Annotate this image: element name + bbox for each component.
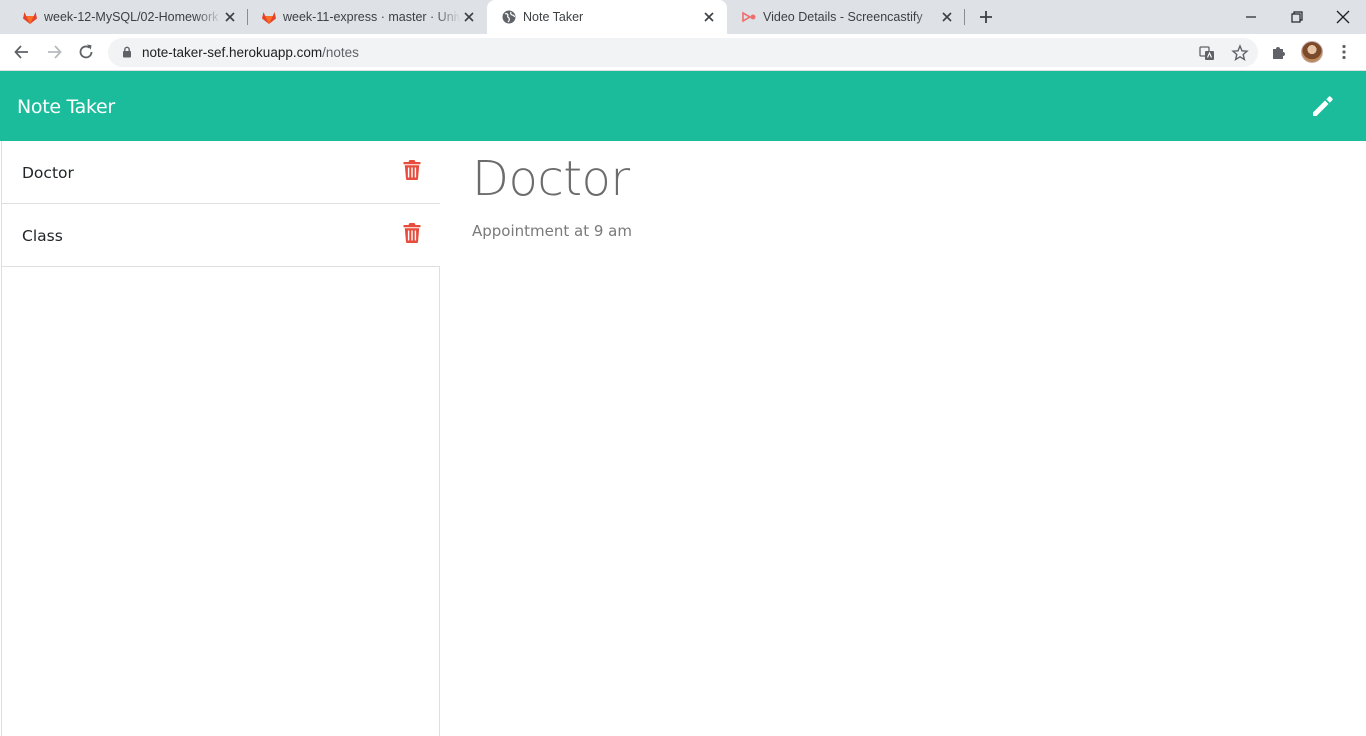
notes-list: Doctor Class <box>1 141 440 736</box>
url-text: note-taker-sef.herokuapp.com/notes <box>142 45 359 60</box>
screencastify-icon <box>742 11 756 23</box>
new-note-pencil-icon[interactable] <box>1309 92 1337 120</box>
gitlab-icon <box>23 12 37 24</box>
new-tab-icon[interactable] <box>977 8 995 26</box>
address-bar[interactable]: note-taker-sef.herokuapp.com/notes <box>108 38 1258 67</box>
note-item-title: Doctor <box>22 164 74 182</box>
url-host: note-taker-sef.herokuapp.com <box>142 45 323 60</box>
brand-title[interactable]: Note Taker <box>17 96 115 118</box>
forward-icon[interactable] <box>44 42 64 62</box>
tab-title: Note Taker <box>523 10 584 24</box>
profile-avatar[interactable] <box>1301 41 1323 63</box>
browser-tab-4[interactable]: Video Details - Screencastify <box>727 0 965 34</box>
app-navbar: Note Taker <box>0 71 1366 141</box>
lock-icon[interactable] <box>121 46 133 58</box>
note-title-field[interactable]: Doctor <box>472 151 630 207</box>
back-icon[interactable] <box>12 42 32 62</box>
gitlab-icon <box>262 12 276 24</box>
bookmark-star-icon[interactable] <box>1231 44 1249 62</box>
note-text-field[interactable]: Appointment at 9 am <box>472 222 632 240</box>
tab-title: week-11-express · master · Unive <box>283 10 461 24</box>
browser-tab-2[interactable]: week-11-express · master · Unive <box>247 0 487 34</box>
note-list-item[interactable]: Class <box>2 204 440 267</box>
tab-title: Video Details - Screencastify <box>763 10 923 24</box>
browser-menu-icon[interactable] <box>1335 43 1353 61</box>
extensions-icon[interactable] <box>1270 43 1288 61</box>
close-tab-icon[interactable] <box>222 9 238 25</box>
tab-title: week-12-MySQL/02-Homework · <box>44 10 222 24</box>
url-path: /notes <box>322 45 359 60</box>
note-list-item[interactable]: Doctor <box>2 141 440 204</box>
close-tab-icon[interactable] <box>461 9 477 25</box>
browser-tab-strip: week-12-MySQL/02-Homework · week-11-expr… <box>0 0 1366 34</box>
restore-icon[interactable] <box>1286 6 1308 28</box>
browser-tab-active[interactable]: Note Taker <box>487 0 727 34</box>
reload-icon[interactable] <box>76 42 96 62</box>
tab-separator <box>964 9 965 25</box>
close-window-icon[interactable] <box>1332 6 1354 28</box>
translate-icon[interactable] <box>1198 44 1216 62</box>
delete-trash-icon[interactable] <box>402 222 422 244</box>
browser-toolbar: note-taker-sef.herokuapp.com/notes <box>0 34 1366 71</box>
globe-icon <box>502 10 516 24</box>
close-tab-icon[interactable] <box>701 9 717 25</box>
minimize-icon[interactable] <box>1240 6 1262 28</box>
browser-tab-1[interactable]: week-12-MySQL/02-Homework · <box>8 0 248 34</box>
note-item-title: Class <box>22 227 63 245</box>
delete-trash-icon[interactable] <box>402 159 422 181</box>
close-tab-icon[interactable] <box>939 9 955 25</box>
note-view: Doctor Appointment at 9 am <box>440 141 1366 736</box>
